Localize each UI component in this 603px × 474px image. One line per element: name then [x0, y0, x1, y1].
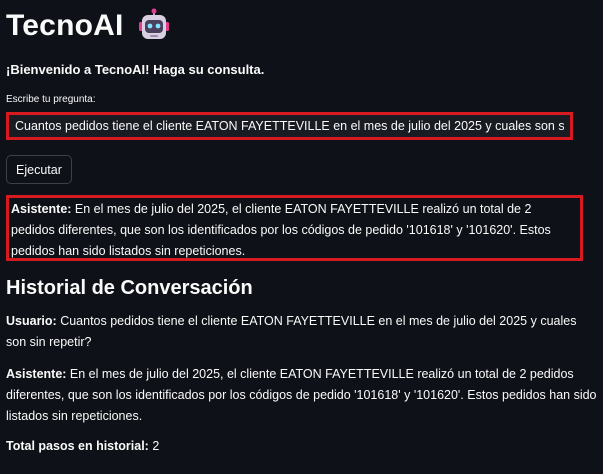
- history-total-steps: Total pasos en historial: 2: [6, 437, 597, 455]
- welcome-message: ¡Bienvenido a TecnoAI! Haga su consulta.: [6, 62, 265, 77]
- question-label: Escribe tu pregunta:: [6, 94, 96, 105]
- history-message-user: Usuario: Cuantos pedidos tiene el client…: [6, 311, 597, 353]
- history-message-speaker: Asistente:: [6, 367, 67, 381]
- history-title: Historial de Conversación: [6, 277, 253, 299]
- history-message-text: En el mes de julio del 2025, el cliente …: [6, 367, 597, 423]
- answer-speaker: Asistente:: [11, 202, 72, 216]
- app-title: TecnoAI: [6, 9, 124, 42]
- app-page: TecnoAI ¡Bienvenido a TecnoAI! Haga su c…: [0, 0, 603, 474]
- history-message-assistant: Asistente: En el mes de julio del 2025, …: [6, 364, 597, 427]
- question-field-highlight: [6, 112, 573, 140]
- answer-highlight-box: Asistente: En el mes de julio del 2025, …: [6, 195, 583, 261]
- run-button[interactable]: Ejecutar: [6, 155, 72, 184]
- total-steps-label: Total pasos en historial:: [6, 439, 149, 453]
- history-message-text: Cuantos pedidos tiene el cliente EATON F…: [6, 314, 577, 349]
- history-message-speaker: Usuario:: [6, 314, 57, 328]
- title-row: TecnoAI: [6, 0, 597, 52]
- total-steps-value: 2: [152, 439, 160, 453]
- answer-text: En el mes de julio del 2025, el cliente …: [11, 202, 551, 258]
- question-input[interactable]: [15, 119, 564, 133]
- robot-face-icon: [136, 8, 172, 44]
